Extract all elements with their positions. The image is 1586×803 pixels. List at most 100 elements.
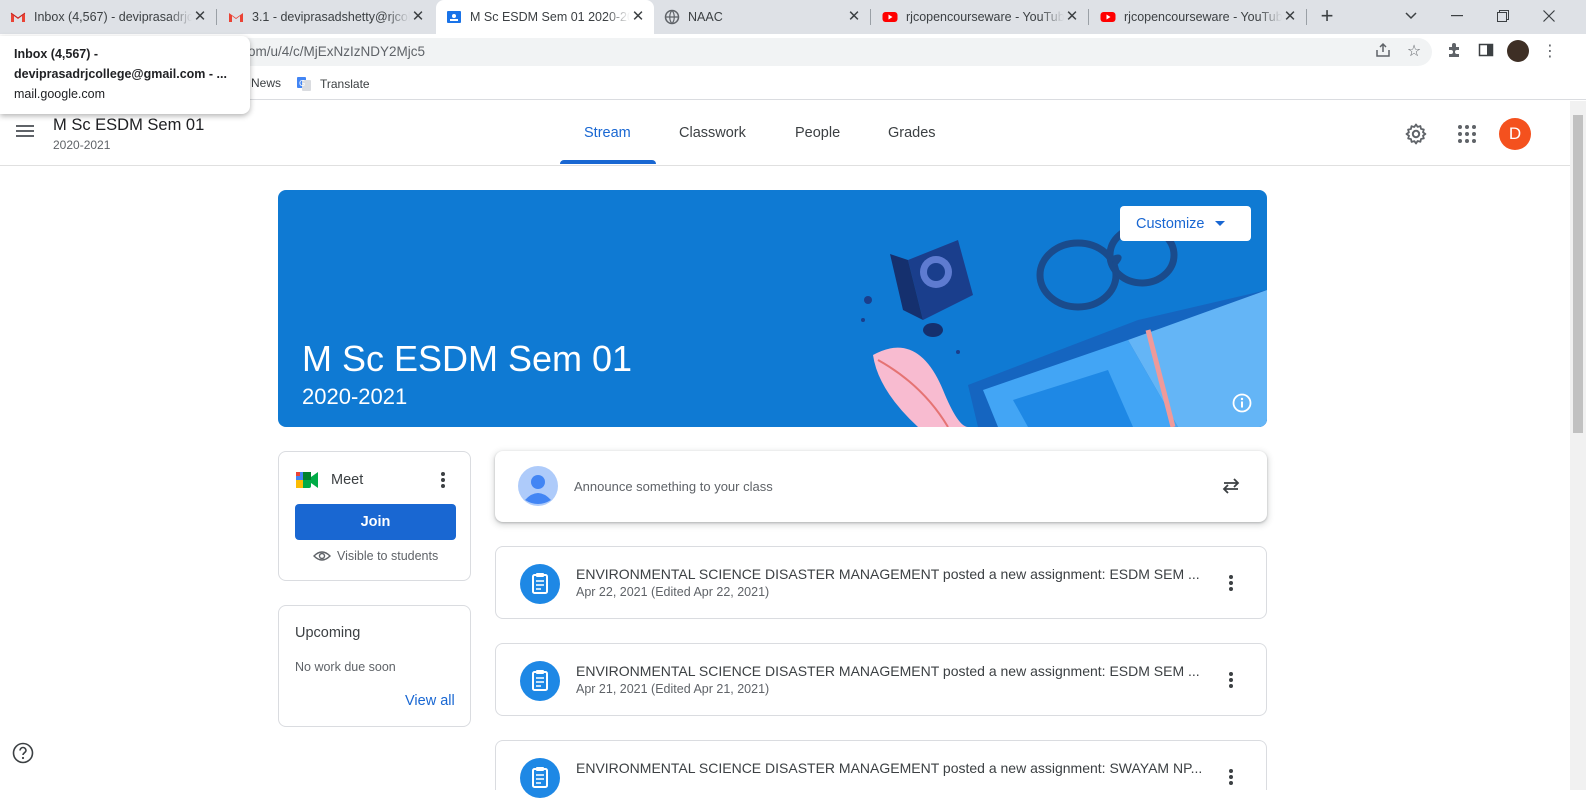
bookmark-news[interactable]: News: [251, 76, 281, 90]
join-button[interactable]: Join: [295, 504, 456, 540]
profile-avatar[interactable]: [1507, 40, 1529, 62]
tab-naac[interactable]: NAAC ✕: [654, 0, 870, 34]
address-bar[interactable]: om/u/4/c/MjExNzIzNDY2Mjc5: [140, 38, 1432, 66]
stream-post[interactable]: ENVIRONMENTAL SCIENCE DISASTER MANAGEMEN…: [495, 740, 1267, 798]
close-icon[interactable]: ✕: [192, 9, 208, 25]
user-avatar: [518, 466, 558, 506]
tab-search-chevron-icon[interactable]: [1388, 0, 1434, 32]
close-icon[interactable]: ✕: [630, 9, 646, 25]
svg-text:G: G: [299, 79, 305, 88]
apps-grid-icon[interactable]: [1455, 122, 1479, 146]
upcoming-empty-text: No work due soon: [295, 660, 396, 674]
repost-icon[interactable]: [1221, 476, 1241, 496]
upcoming-title: Upcoming: [295, 625, 361, 641]
more-vert-icon[interactable]: [439, 470, 447, 490]
tab-mail-2[interactable]: 3.1 - deviprasadshetty@rjcollege.edu.in …: [218, 0, 434, 34]
post-date: Apr 22, 2021 (Edited Apr 22, 2021): [576, 585, 770, 599]
view-all-link[interactable]: View all: [405, 693, 455, 709]
tab-title: rjcopencourseware - YouTube: [1124, 10, 1282, 24]
tab-classroom[interactable]: M Sc ESDM Sem 01 2020-2021 ✕: [436, 0, 654, 34]
tab-title: M Sc ESDM Sem 01 2020-2021: [470, 10, 630, 24]
close-window-button[interactable]: [1526, 0, 1572, 32]
more-menu-icon[interactable]: ⋮: [1540, 42, 1560, 62]
side-panel-icon[interactable]: [1476, 42, 1496, 62]
assignment-icon: [520, 661, 560, 701]
extensions-icon[interactable]: [1444, 42, 1464, 62]
globe-icon: [664, 9, 680, 25]
tab-title: Inbox (4,567) - deviprasadrjcollege@gmai…: [34, 10, 192, 24]
tab-stream[interactable]: Stream: [584, 125, 631, 141]
close-icon[interactable]: ✕: [846, 9, 862, 25]
tab-strip: Inbox (4,567) - deviprasadrjcollege@gmai…: [0, 0, 1586, 34]
minimize-button[interactable]: [1434, 0, 1480, 32]
bookmark-label: News: [251, 76, 282, 90]
meet-icon: [296, 472, 318, 488]
announce-placeholder[interactable]: Announce something to your class: [574, 479, 773, 494]
tab-hover-tooltip: Inbox (4,567) - deviprasadrjcollege@gmai…: [0, 36, 250, 114]
gmail-icon: [10, 12, 26, 22]
customize-button[interactable]: Customize: [1120, 206, 1251, 241]
tab-classwork[interactable]: Classwork: [679, 125, 746, 141]
post-title: ENVIRONMENTAL SCIENCE DISASTER MANAGEMEN…: [576, 566, 1200, 582]
page-scrollbar[interactable]: [1570, 101, 1586, 790]
active-tab-indicator: [560, 160, 656, 164]
share-icon[interactable]: [1373, 42, 1393, 62]
eye-icon: [313, 551, 331, 561]
restore-button[interactable]: [1480, 0, 1526, 32]
tooltip-title: Inbox (4,567) -: [14, 47, 99, 61]
banner-illustration: [861, 223, 1267, 427]
tab-grades[interactable]: Grades: [888, 125, 936, 141]
class-title[interactable]: M Sc ESDM Sem 01: [53, 116, 204, 135]
more-vert-icon[interactable]: [1222, 571, 1240, 595]
tab-people[interactable]: People: [795, 125, 840, 141]
bookmark-translate[interactable]: G Translate: [296, 76, 370, 92]
class-banner: M Sc ESDM Sem 01 2020-2021 Customize: [278, 190, 1267, 427]
post-title: ENVIRONMENTAL SCIENCE DISASTER MANAGEMEN…: [576, 663, 1200, 679]
hamburger-menu-icon[interactable]: [14, 122, 36, 144]
tab-youtube-1[interactable]: rjcopencourseware - YouTube ✕: [872, 0, 1088, 34]
classroom-icon: [447, 11, 461, 23]
assignment-icon: [520, 758, 560, 798]
class-section: 2020-2021: [53, 138, 111, 152]
scrollbar-thumb[interactable]: [1573, 115, 1583, 433]
post-title: ENVIRONMENTAL SCIENCE DISASTER MANAGEMEN…: [576, 760, 1203, 776]
url-text: om/u/4/c/MjExNzIzNDY2Mjc5: [248, 44, 426, 59]
post-date: Apr 21, 2021 (Edited Apr 21, 2021): [576, 682, 770, 696]
customize-label: Customize: [1136, 215, 1205, 232]
upcoming-card: Upcoming No work due soon View all: [278, 605, 471, 727]
meet-label: Meet: [331, 472, 364, 488]
stream-post[interactable]: ENVIRONMENTAL SCIENCE DISASTER MANAGEMEN…: [495, 643, 1267, 716]
announce-box[interactable]: Announce something to your class: [495, 451, 1267, 522]
bookmark-star-icon[interactable]: ☆: [1404, 42, 1424, 62]
tab-title: 3.1 - deviprasadshetty@rjcollege.edu.in: [252, 10, 410, 24]
account-avatar[interactable]: D: [1499, 118, 1531, 150]
tab-title: rjcopencourseware - YouTube: [906, 10, 1064, 24]
tab-title: NAAC: [688, 10, 723, 24]
tooltip-title-2: deviprasadrjcollege@gmail.com - ...: [14, 67, 227, 81]
gear-icon[interactable]: [1404, 122, 1428, 146]
tooltip-domain: mail.google.com: [14, 87, 106, 101]
tab-youtube-2[interactable]: rjcopencourseware - YouTube ✕: [1090, 0, 1306, 34]
stream-post[interactable]: ENVIRONMENTAL SCIENCE DISASTER MANAGEMEN…: [495, 546, 1267, 619]
bookmark-label: Translate: [320, 77, 370, 91]
new-tab-button[interactable]: +: [1316, 5, 1338, 27]
translate-icon: G: [297, 77, 311, 91]
gmail-icon: [229, 13, 243, 22]
caret-down-icon: [1214, 221, 1225, 226]
banner-title[interactable]: M Sc ESDM Sem 01: [302, 338, 632, 380]
tab-inbox[interactable]: Inbox (4,567) - deviprasadrjcollege@gmai…: [0, 0, 216, 34]
info-icon[interactable]: [1232, 393, 1252, 413]
close-icon[interactable]: ✕: [1282, 9, 1298, 25]
help-icon[interactable]: [12, 742, 34, 764]
visibility-text: Visible to students: [337, 549, 439, 563]
meet-card: Meet Join Visible to students: [278, 451, 471, 581]
more-vert-icon[interactable]: [1222, 765, 1240, 789]
assignment-icon: [520, 564, 560, 604]
banner-subtitle: 2020-2021: [302, 384, 408, 409]
youtube-icon: [882, 12, 898, 22]
close-icon[interactable]: ✕: [410, 9, 426, 25]
close-icon[interactable]: ✕: [1064, 9, 1080, 25]
more-vert-icon[interactable]: [1222, 668, 1240, 692]
youtube-icon: [1100, 12, 1116, 22]
visibility-indicator: Visible to students: [313, 549, 438, 563]
